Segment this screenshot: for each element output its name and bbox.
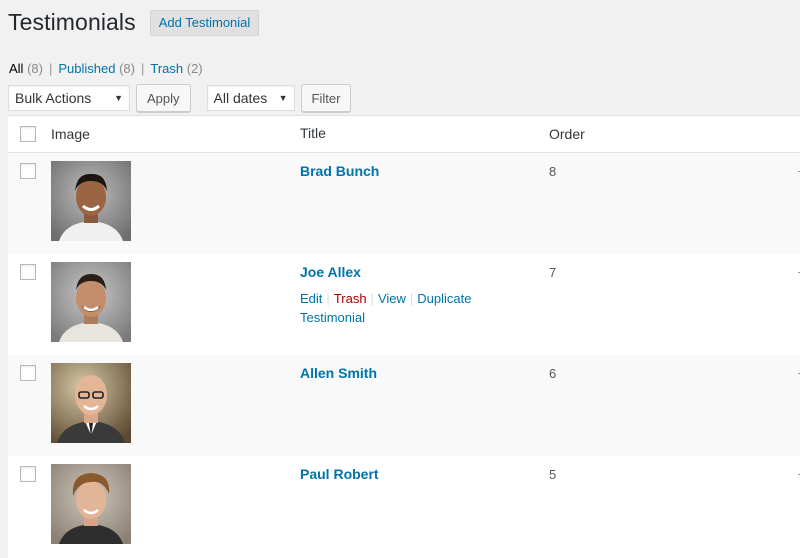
view-all-link[interactable]: All (8) bbox=[9, 61, 43, 76]
row-checkbox[interactable] bbox=[20, 466, 36, 482]
table-row: Allen Smith 6 bbox=[8, 355, 800, 456]
view-trash-link[interactable]: Trash (2) bbox=[150, 61, 202, 76]
tablenav: Bulk Actions ▼ Apply All dates ▼ Filter bbox=[8, 84, 352, 112]
view-separator: | bbox=[140, 61, 145, 76]
add-testimonial-button[interactable]: Add Testimonial bbox=[149, 9, 260, 36]
page-header: Testimonials Add Testimonial bbox=[8, 9, 260, 36]
chevron-down-icon: ▼ bbox=[278, 93, 288, 103]
view-published-link[interactable]: Published (8) bbox=[58, 61, 135, 76]
testimonial-photo bbox=[51, 464, 131, 544]
trash-link[interactable]: Trash bbox=[334, 291, 367, 306]
testimonial-photo bbox=[51, 161, 131, 241]
testimonial-title-link[interactable]: Paul Robert bbox=[300, 466, 379, 482]
order-value: 6 bbox=[549, 366, 557, 381]
order-value: 7 bbox=[549, 265, 557, 280]
date-filter-value: All dates bbox=[213, 90, 268, 106]
table-header: Image Title Order bbox=[8, 116, 800, 153]
action-separator: | bbox=[409, 291, 414, 306]
row-checkbox[interactable] bbox=[20, 163, 36, 179]
chevron-down-icon: ▼ bbox=[114, 93, 123, 103]
view-filters: All (8) | Published (8) | Trash (2) bbox=[9, 61, 203, 76]
order-value: 5 bbox=[549, 467, 557, 482]
view-published-label: Published bbox=[58, 61, 116, 76]
order-value: 8 bbox=[549, 164, 557, 179]
date-filter-select[interactable]: All dates ▼ bbox=[206, 85, 295, 111]
action-separator: | bbox=[370, 291, 374, 306]
view-separator: | bbox=[48, 61, 53, 76]
table-row: Joe Allex 7 Edit | Trash | View | Duplicate Te… bbox=[8, 254, 800, 355]
bulk-actions-select[interactable]: Bulk Actions ▼ bbox=[8, 85, 130, 111]
row-checkbox[interactable] bbox=[20, 264, 36, 280]
column-header-order[interactable]: Order bbox=[549, 126, 585, 142]
row-checkbox[interactable] bbox=[20, 365, 36, 381]
apply-button[interactable]: Apply bbox=[136, 84, 191, 112]
column-header-image: Image bbox=[51, 126, 90, 142]
testimonial-photo bbox=[51, 363, 131, 443]
view-link[interactable]: View bbox=[378, 291, 406, 306]
bulk-actions-value: Bulk Actions bbox=[15, 90, 92, 106]
column-header-title[interactable]: Title bbox=[300, 125, 326, 141]
filter-button[interactable]: Filter bbox=[300, 84, 352, 112]
view-all-count: (8) bbox=[27, 61, 43, 76]
row-actions: Edit | Trash | View | Duplicate Testimonial bbox=[300, 289, 500, 327]
testimonial-photo bbox=[51, 262, 131, 342]
view-all-label: All bbox=[9, 61, 24, 76]
testimonials-table: Image Title Order Brad Bunch 8 Joe Allex… bbox=[8, 115, 800, 558]
edit-link[interactable]: Edit bbox=[300, 291, 322, 306]
view-trash-label: Trash bbox=[150, 61, 184, 76]
page-title: Testimonials bbox=[8, 9, 136, 35]
view-published-count: (8) bbox=[119, 61, 135, 76]
testimonial-title-link[interactable]: Allen Smith bbox=[300, 365, 377, 381]
testimonial-title-link[interactable]: Joe Allex bbox=[300, 264, 361, 280]
testimonial-title-link[interactable]: Brad Bunch bbox=[300, 163, 379, 179]
select-all-checkbox[interactable] bbox=[20, 126, 36, 142]
view-trash-count: (2) bbox=[186, 61, 203, 76]
table-row: Brad Bunch 8 bbox=[8, 153, 800, 254]
action-separator: | bbox=[326, 291, 330, 306]
table-row: Paul Robert 5 bbox=[8, 456, 800, 557]
